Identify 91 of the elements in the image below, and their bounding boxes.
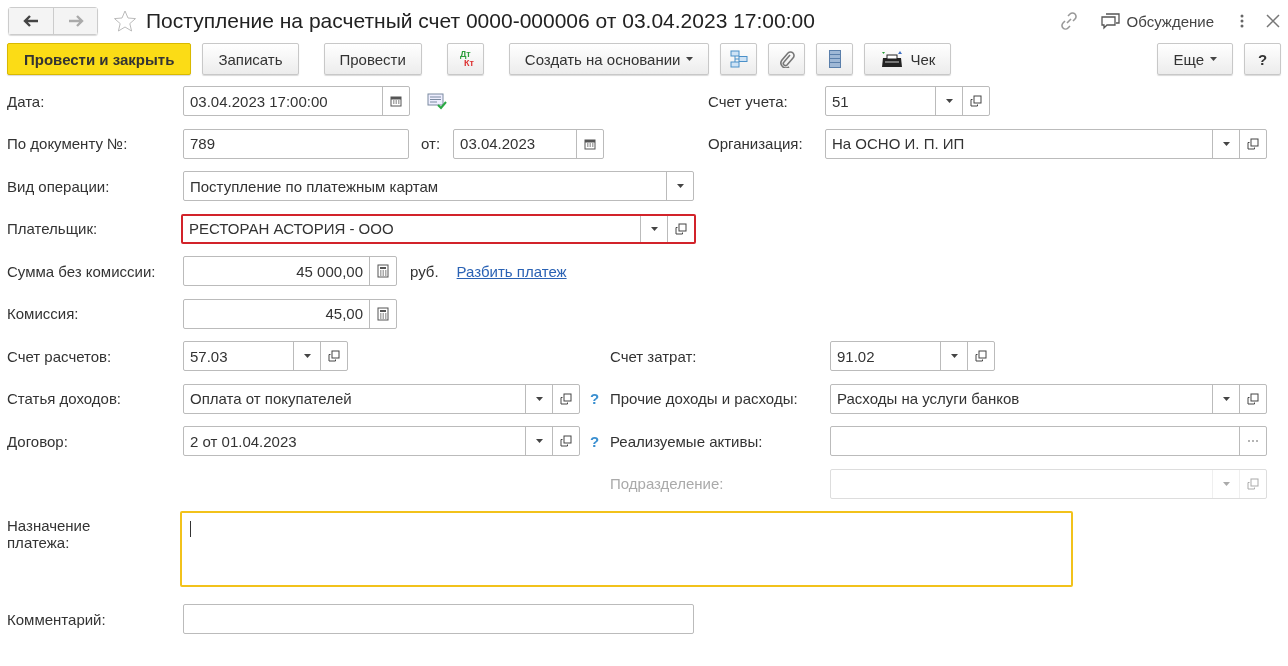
field-label: Счет учета: bbox=[708, 92, 789, 110]
field-label: По документу №: bbox=[6, 135, 129, 153]
toolbar-button[interactable]: Записать bbox=[202, 43, 299, 75]
settlement-account-field[interactable]: 57.03 bbox=[183, 341, 348, 372]
caret-icon bbox=[1210, 57, 1217, 61]
window-title: Поступление на расчетный счет 0000-000006 от 03.04.2023 17:00:00 bbox=[146, 9, 815, 33]
link-icon[interactable] bbox=[1058, 11, 1079, 31]
caret-icon bbox=[676, 184, 684, 189]
field-label: Статья доходов: bbox=[6, 390, 123, 408]
chat-icon bbox=[1100, 12, 1121, 30]
caret-icon bbox=[1222, 141, 1230, 146]
ellipsis-icon bbox=[1248, 440, 1258, 443]
caret-icon bbox=[950, 354, 958, 359]
open-icon bbox=[328, 350, 340, 363]
caret-icon bbox=[303, 354, 311, 359]
caret-icon bbox=[535, 396, 543, 401]
calendar-icon bbox=[390, 95, 402, 108]
field-label: Счет затрат: bbox=[610, 347, 698, 365]
receipt-button[interactable]: Чек bbox=[864, 43, 952, 75]
more-icon[interactable] bbox=[1240, 13, 1244, 29]
open-icon bbox=[1247, 392, 1259, 405]
attach-button[interactable] bbox=[768, 43, 806, 75]
calculator-icon bbox=[377, 264, 389, 279]
document-date-field[interactable]: 03.04.2023 bbox=[453, 128, 605, 159]
payer-field[interactable]: РЕСТОРАН АСТОРИЯ - ООО bbox=[181, 213, 696, 244]
field-label: Вид операции: bbox=[6, 177, 111, 195]
star-icon[interactable] bbox=[114, 10, 136, 32]
back-button[interactable] bbox=[9, 8, 53, 34]
calculator-icon bbox=[377, 306, 389, 321]
menu-button[interactable]: Создать на основании bbox=[508, 43, 710, 75]
caret-icon bbox=[535, 439, 543, 444]
open-icon bbox=[1247, 477, 1259, 490]
caret-icon bbox=[1222, 481, 1230, 486]
field-label: Комментарий: bbox=[6, 610, 107, 628]
open-icon bbox=[560, 435, 572, 448]
help-button[interactable]: ? bbox=[1244, 43, 1281, 75]
close-icon[interactable] bbox=[1266, 14, 1280, 28]
calendar-icon bbox=[584, 137, 597, 150]
caret-icon bbox=[1222, 396, 1230, 401]
help-hint[interactable]: ? bbox=[590, 432, 600, 450]
caret-icon bbox=[686, 57, 694, 61]
discussion-button[interactable]: Обсуждение bbox=[1100, 12, 1214, 30]
text-cursor bbox=[190, 521, 191, 537]
open-icon bbox=[1247, 137, 1259, 150]
field-label: Сумма без комиссии: bbox=[6, 262, 157, 280]
comment-field[interactable] bbox=[183, 604, 694, 635]
field-label: от: bbox=[421, 135, 441, 153]
help-hint[interactable]: ? bbox=[590, 390, 600, 408]
field-label: Дата: bbox=[6, 92, 46, 110]
commission-field[interactable]: 45,00 bbox=[183, 298, 397, 329]
account-field[interactable]: 51 bbox=[825, 86, 990, 117]
open-icon bbox=[560, 392, 572, 405]
payment-purpose-field[interactable] bbox=[180, 511, 1073, 587]
caret-icon bbox=[945, 99, 953, 104]
field-label: Договор: bbox=[6, 432, 69, 450]
document-number-field[interactable]: 789 bbox=[183, 128, 409, 159]
field-label: Прочие доходы и расходы: bbox=[610, 390, 799, 408]
field-label: Счет расчетов: bbox=[6, 347, 113, 365]
register-button[interactable] bbox=[816, 43, 854, 75]
operation-type-field[interactable]: Поступление по платежным картам bbox=[183, 171, 694, 202]
contract-field[interactable]: 2 от 01.04.2023 bbox=[183, 426, 580, 457]
entries-button[interactable]: Дт Кт bbox=[446, 43, 484, 75]
left-arrow-icon bbox=[23, 15, 39, 27]
assets-field[interactable] bbox=[830, 426, 1267, 457]
field-label: Организация: bbox=[708, 135, 804, 153]
printer-icon bbox=[880, 50, 905, 68]
cost-account-field[interactable]: 91.02 bbox=[830, 341, 995, 372]
date-field[interactable]: 03.04.2023 17:00:00 bbox=[183, 86, 410, 117]
open-icon bbox=[970, 95, 982, 108]
structure-button[interactable] bbox=[720, 43, 758, 75]
field-label: Комиссия: bbox=[6, 305, 80, 323]
open-icon bbox=[975, 350, 987, 363]
other-income-field[interactable]: Расходы на услуги банков bbox=[830, 383, 1267, 414]
income-item-field[interactable]: Оплата от покупателей bbox=[183, 383, 580, 414]
field-label: Плательщик: bbox=[6, 220, 99, 238]
open-icon bbox=[675, 222, 687, 235]
caret-icon bbox=[650, 226, 658, 231]
field-label: Реализуемые активы: bbox=[610, 432, 764, 450]
currency-label: руб. bbox=[410, 262, 439, 280]
toolbar-button[interactable]: Провести bbox=[323, 43, 422, 75]
post-and-close-button[interactable]: Провести и закрыть bbox=[7, 43, 192, 75]
field-label: Назначение платежа: bbox=[6, 516, 92, 553]
paperclip-icon bbox=[779, 50, 795, 68]
list-icon bbox=[829, 50, 841, 68]
field-label: Подразделение: bbox=[610, 475, 725, 493]
hierarchy-icon bbox=[730, 50, 748, 68]
right-arrow-icon bbox=[67, 15, 84, 27]
amount-field[interactable]: 45 000,00 bbox=[183, 256, 397, 287]
split-payment-link[interactable]: Разбить платеж bbox=[456, 262, 567, 280]
organization-field[interactable]: На ОСНО И. П. ИП bbox=[825, 128, 1267, 159]
menu-button[interactable]: Еще bbox=[1157, 43, 1233, 75]
